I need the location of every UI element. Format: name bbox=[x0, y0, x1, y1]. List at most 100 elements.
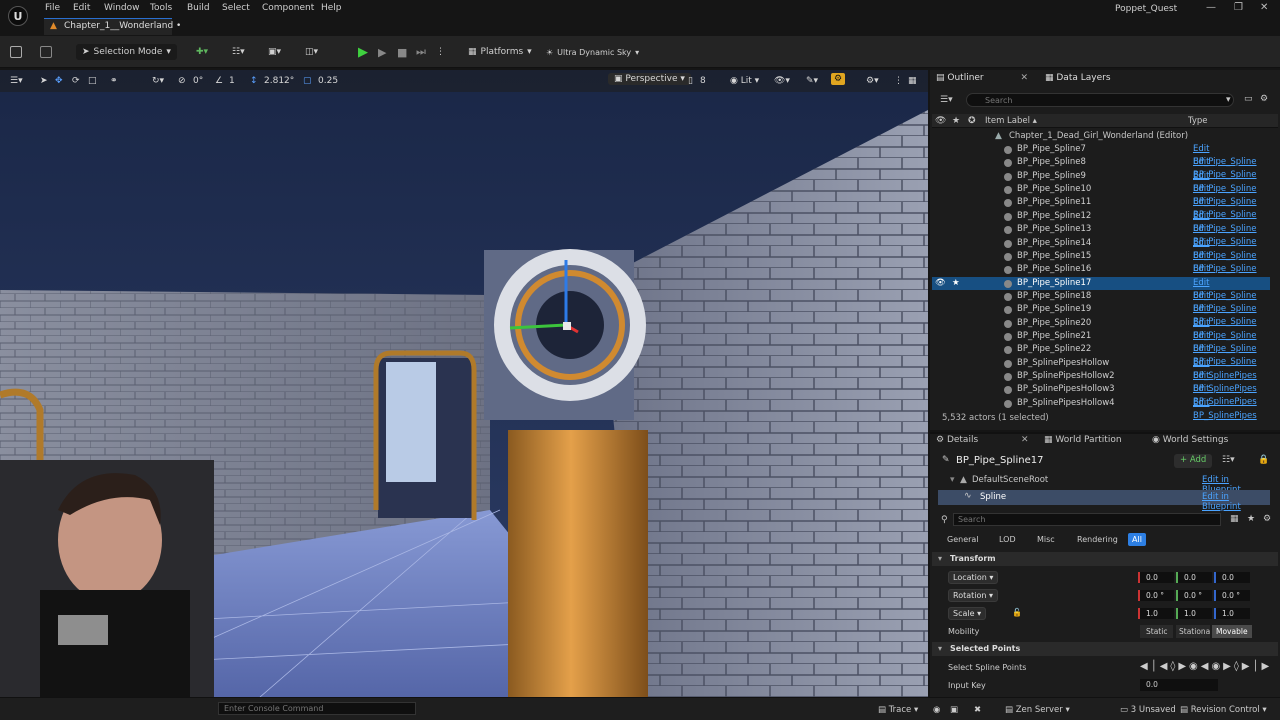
mobility-stationary[interactable]: Stationary bbox=[1176, 625, 1210, 638]
show-flags-icon[interactable]: 👁▾ bbox=[774, 76, 790, 86]
ultra-dynamic-sky-button[interactable]: ☀ Ultra Dynamic Sky ▾ bbox=[546, 44, 639, 60]
outliner-row[interactable]: BP_Pipe_Spline7 Edit BP_Pipe_Spline bbox=[932, 143, 1270, 167]
category-general[interactable]: General bbox=[943, 533, 983, 546]
menu-file[interactable]: File bbox=[45, 3, 60, 13]
favorite-icon[interactable]: ★ bbox=[1247, 514, 1255, 524]
console-command-input[interactable] bbox=[218, 702, 416, 715]
scale-tool-icon[interactable]: □ bbox=[88, 76, 97, 86]
outliner-row[interactable]: BP_Pipe_Spline14 Edit BP_Pipe_Spline bbox=[932, 237, 1270, 261]
tab-data-layers[interactable]: ▦ Data Layers bbox=[1045, 73, 1111, 87]
property-matrix-icon[interactable]: ▦ bbox=[1230, 514, 1239, 524]
rotate-tool-icon[interactable]: ⟳ bbox=[72, 76, 80, 86]
unsaved-button[interactable]: ▭ 3 Unsaved bbox=[1120, 705, 1176, 715]
outliner-search-input[interactable] bbox=[966, 93, 1234, 107]
favorite-icon[interactable]: ★ bbox=[952, 277, 960, 290]
scale-z-field[interactable]: 1.0 bbox=[1214, 608, 1250, 619]
scale-y-field[interactable]: 1.0 bbox=[1176, 608, 1212, 619]
select-tool-icon[interactable]: ➤ bbox=[40, 76, 48, 86]
translate-tool-icon[interactable]: ✥ bbox=[55, 76, 63, 86]
tab-world-partition[interactable]: ▦ World Partition bbox=[1044, 435, 1122, 445]
chevron-down-icon[interactable]: ▾ bbox=[1226, 95, 1231, 105]
close-tab-icon[interactable]: ✕ bbox=[1021, 73, 1029, 83]
tab-world-settings[interactable]: ◉ World Settings bbox=[1152, 435, 1228, 445]
lit-dropdown[interactable]: ◉ Lit ▾ bbox=[730, 76, 759, 86]
item-label-column[interactable]: Item Label ▴ bbox=[985, 116, 1037, 126]
play-advance-icon[interactable]: ▶ bbox=[378, 44, 386, 60]
outliner-row[interactable]: BP_SplinePipesHollow3 Edit BP_SplinePipes bbox=[932, 383, 1270, 407]
angle-icon[interactable]: ∠ bbox=[215, 76, 223, 86]
lock-scale-icon[interactable]: 🔓 bbox=[1012, 608, 1022, 617]
outliner-row-type-link[interactable]: Edit BP_SplinePipes bbox=[1193, 397, 1270, 423]
outliner-row[interactable]: 👁 ★ BP_Pipe_Spline17 Edit BP_Pipe_Spline bbox=[932, 276, 1270, 301]
camera-speed-value[interactable]: 2.812° bbox=[264, 76, 294, 86]
lock-icon[interactable]: 🔒 bbox=[1258, 455, 1269, 465]
rotation-x-field[interactable]: 0.0 ° bbox=[1138, 590, 1174, 601]
input-key-field[interactable]: 0.0 bbox=[1140, 679, 1218, 691]
derived-data-icon[interactable]: ✖ bbox=[974, 705, 981, 715]
maximize-viewport-icon[interactable]: ▦ bbox=[908, 76, 917, 86]
outliner-row[interactable]: BP_SplinePipesHollow2 Edit BP_SplinePipes bbox=[932, 370, 1270, 394]
menu-tools[interactable]: Tools bbox=[150, 3, 172, 13]
outliner-row[interactable]: BP_Pipe_Spline20 Edit BP_Pipe_Spline bbox=[932, 317, 1270, 341]
minimize-icon[interactable]: — bbox=[1206, 2, 1216, 13]
outliner-row[interactable]: BP_Pipe_Spline9 Edit BP_Pipe_Spline bbox=[932, 170, 1270, 194]
trace-button[interactable]: ▤ Trace ▾ bbox=[878, 705, 918, 715]
unreal-logo-icon[interactable]: U bbox=[8, 6, 28, 26]
rotation-y-field[interactable]: 0.0 ° bbox=[1176, 590, 1212, 601]
selected-points-section-header[interactable]: ▾ Selected Points bbox=[932, 642, 1278, 656]
category-misc[interactable]: Misc bbox=[1033, 533, 1059, 546]
surface-snap-icon[interactable]: ↻▾ bbox=[152, 76, 164, 86]
fov-value[interactable]: 8 bbox=[700, 76, 706, 86]
selection-mode-dropdown[interactable]: ➤ Selection Mode ▾ bbox=[76, 44, 177, 60]
revision-control-button[interactable]: ▤ Revision Control ▾ bbox=[1180, 705, 1267, 715]
category-rendering[interactable]: Rendering bbox=[1073, 533, 1122, 546]
favorite-column-icon[interactable]: ★ bbox=[952, 116, 960, 126]
close-tab-icon[interactable]: ✕ bbox=[1021, 435, 1029, 445]
world-space-icon[interactable]: ⚭ bbox=[110, 76, 118, 86]
location-y-field[interactable]: 0.0 bbox=[1176, 572, 1212, 583]
realtime-icon[interactable]: ⚙ bbox=[831, 73, 846, 85]
perspective-dropdown[interactable]: ▣ Perspective ▾ bbox=[608, 73, 691, 85]
content-browser-icon[interactable] bbox=[40, 44, 52, 60]
zen-server-button[interactable]: ▤ Zen Server ▾ bbox=[1005, 705, 1070, 715]
play-icon[interactable]: ▶ bbox=[358, 44, 368, 60]
camera-speed-icon[interactable]: ↕ bbox=[250, 76, 258, 86]
visibility-icon[interactable]: 👁 bbox=[935, 277, 946, 290]
menu-component[interactable]: Component bbox=[262, 3, 314, 13]
outliner-row[interactable]: BP_Pipe_Spline22 Edit BP_Pipe_Spline bbox=[932, 343, 1270, 367]
menu-help[interactable]: Help bbox=[321, 3, 342, 13]
location-x-field[interactable]: 0.0 bbox=[1138, 572, 1174, 583]
viewport-menu-icon[interactable]: ☰▾ bbox=[10, 76, 23, 86]
spline-point-nav-icon[interactable]: ◀│◀◊▶◉◀◉▶◊▶│▶ bbox=[1140, 661, 1272, 672]
screenshot-icon[interactable]: ▣ bbox=[950, 705, 958, 715]
layout-icon[interactable]: ✎▾ bbox=[806, 76, 818, 86]
location-dropdown[interactable]: Location ▾ bbox=[948, 571, 999, 584]
fov-icon[interactable]: ▯ bbox=[688, 76, 693, 86]
settings-icon[interactable]: ⚙▾ bbox=[866, 76, 879, 86]
scale-x-field[interactable]: 1.0 bbox=[1138, 608, 1174, 619]
component-row-root[interactable]: ▾ ▲ DefaultSceneRoot Edit in Blueprint bbox=[938, 474, 1270, 495]
tab-outliner[interactable]: ▤ Outliner ✕ bbox=[936, 73, 1028, 87]
outliner-row[interactable]: BP_SplinePipesHollow4 Edit BP_SplinePipes bbox=[932, 397, 1270, 421]
add-folder-icon[interactable]: ▭ bbox=[1244, 94, 1253, 104]
close-window-icon[interactable]: ✕ bbox=[1260, 2, 1268, 13]
modes-icon[interactable]: ◫▾ bbox=[305, 44, 318, 60]
rotation-z-field[interactable]: 0.0 ° bbox=[1214, 590, 1250, 601]
level-viewport[interactable] bbox=[0, 70, 928, 697]
tab-details[interactable]: ⚙ Details ✕ bbox=[936, 435, 1029, 445]
outliner-row[interactable]: BP_Pipe_Spline19 Edit BP_Pipe_Spline bbox=[932, 303, 1270, 327]
cinematics-icon[interactable]: ▣▾ bbox=[268, 44, 281, 60]
grid-snap-value[interactable]: 1 bbox=[229, 76, 235, 86]
category-all[interactable]: All bbox=[1128, 533, 1146, 546]
actor-name[interactable]: BP_Pipe_Spline17 bbox=[956, 455, 1043, 466]
scale-snap-value[interactable]: 0.25 bbox=[318, 76, 338, 86]
outliner-row[interactable]: BP_Pipe_Spline21 Edit BP_Pipe_Spline bbox=[932, 330, 1270, 354]
mobility-movable[interactable]: Movable bbox=[1212, 625, 1252, 638]
eject-icon[interactable]: ⏭ bbox=[416, 44, 426, 60]
outliner-row[interactable]: BP_Pipe_Spline15 Edit BP_Pipe_Spline bbox=[932, 250, 1270, 274]
blueprint-icon[interactable]: ☷▾ bbox=[232, 44, 245, 60]
location-z-field[interactable]: 0.0 bbox=[1214, 572, 1250, 583]
menu-build[interactable]: Build bbox=[187, 3, 210, 13]
pin-column-icon[interactable]: ✪ bbox=[968, 116, 976, 126]
menu-select[interactable]: Select bbox=[222, 3, 250, 13]
